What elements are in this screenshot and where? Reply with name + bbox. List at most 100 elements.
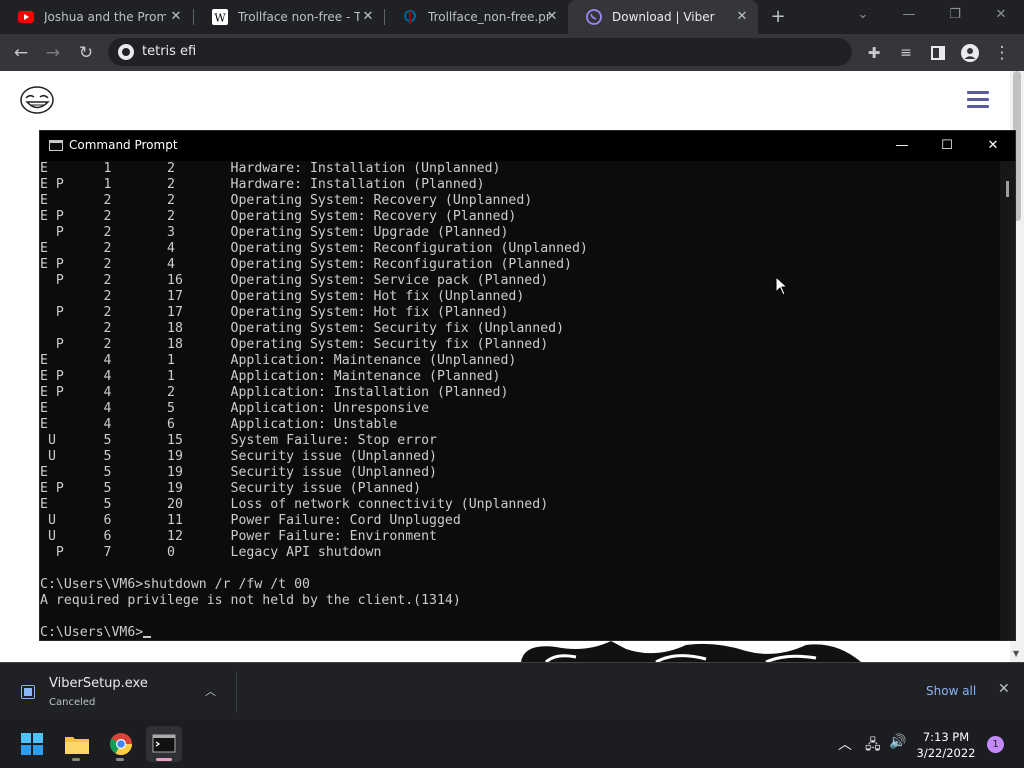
tab-commons[interactable]: Trollface_non-free.png ✕ [384, 0, 568, 34]
console-line: 2 18 Operating System: Security fix (Unp… [40, 321, 565, 336]
console-line: P 2 17 Operating System: Hot fix (Planne… [40, 305, 509, 320]
console-line: U 5 19 Security issue (Unplanned) [40, 449, 437, 464]
console-line: E 5 19 Security issue (Unplanned) [40, 465, 437, 480]
tab-title: Trollface non-free - Trollface [238, 10, 360, 24]
youtube-icon [18, 9, 34, 25]
close-tab-icon[interactable]: ✕ [168, 9, 184, 25]
menu-kebab-icon[interactable]: ⋮ [989, 40, 1015, 66]
cmd-close-button[interactable]: ✕ [970, 131, 1016, 161]
address-bar[interactable]: tetris efi [108, 38, 852, 66]
profile-icon[interactable] [957, 40, 983, 66]
console-line: C:\Users\VM6>shutdown /r /fw /t 00 [40, 577, 310, 592]
close-tab-icon[interactable]: ✕ [360, 9, 376, 25]
running-indicator [72, 758, 80, 761]
chrome-icon[interactable] [103, 726, 139, 762]
console-line: E 4 6 Application: Unstable [40, 417, 398, 432]
taskbar: ︿ 🖧 🔊 7:13 PM 3/22/2022 [0, 720, 1024, 768]
download-status: Canceled [49, 697, 96, 708]
close-download-bar-icon[interactable]: ✕ [998, 681, 1010, 697]
chevron-up-icon[interactable]: ︿ [838, 734, 852, 754]
cmd-title-bar[interactable]: Command Prompt — ☐ ✕ [40, 131, 1015, 161]
console-line: P 7 0 Legacy API shutdown [40, 545, 382, 560]
download-item[interactable]: ViberSetup.exe Canceled ︿ [0, 663, 236, 721]
reload-button[interactable]: ↻ [73, 40, 99, 66]
divider [236, 671, 237, 713]
console-line: U 6 11 Power Failure: Cord Unplugged [40, 513, 461, 528]
console-line: P 2 3 Operating System: Upgrade (Planned… [40, 225, 509, 240]
close-window-button[interactable]: ✕ [978, 0, 1024, 30]
console-output[interactable]: E 1 2 Hardware: Installation (Unplanned)… [40, 161, 1000, 640]
console-line: E 2 4 Operating System: Reconfiguration … [40, 241, 588, 256]
back-button[interactable]: ← [8, 40, 34, 66]
tab-wikipedia[interactable]: W Trollface non-free - Trollface ✕ [194, 0, 384, 34]
close-tab-icon[interactable]: ✕ [544, 9, 560, 25]
console-line: E P 2 4 Operating System: Reconfiguratio… [40, 257, 572, 272]
network-icon[interactable]: 🖧 [865, 734, 881, 758]
tab-title: Trollface_non-free.png [428, 10, 550, 24]
svg-text:W: W [214, 12, 226, 25]
browser-toolbar: ← → ↻ tetris efi ✚ ≡ ⋮ [0, 34, 1024, 71]
console-line: 2 17 Operating System: Hot fix (Unplanne… [40, 289, 525, 304]
console-line: E 4 1 Application: Maintenance (Unplanne… [40, 353, 517, 368]
text-cursor [143, 636, 152, 638]
file-explorer-icon[interactable] [59, 726, 95, 762]
clock-time: 7:13 PM [922, 730, 970, 744]
console-line: P 2 16 Operating System: Service pack (P… [40, 273, 549, 288]
command-prompt-window[interactable]: Command Prompt — ☐ ✕ E 1 2 Hardware: Ins… [39, 130, 1016, 641]
download-file-name: ViberSetup.exe [49, 676, 148, 691]
cmd-scrollbar[interactable] [1000, 161, 1015, 640]
screen: Joshua and the Promise ✕ W Trollface non… [0, 0, 1024, 768]
volume-icon[interactable]: 🔊 [889, 734, 906, 750]
cmd-maximize-button[interactable]: ☐ [924, 131, 970, 161]
mouse-pointer-icon [775, 276, 789, 296]
file-icon [21, 685, 35, 699]
console-line: E P 1 2 Hardware: Installation (Planned) [40, 177, 485, 192]
cmd-minimize-button[interactable]: — [879, 131, 925, 161]
command-prompt-taskbar-icon[interactable] [146, 726, 182, 762]
clock-date: 3/22/2022 [916, 746, 976, 760]
wiki-commons-icon [402, 9, 418, 25]
console-line: E 4 5 Application: Unresponsive [40, 401, 430, 416]
chevron-up-icon[interactable]: ︿ [205, 683, 216, 699]
google-icon [118, 44, 134, 60]
extensions-icon[interactable]: ✚ [861, 40, 887, 66]
minimize-button[interactable]: — [886, 0, 932, 30]
clock[interactable]: 7:13 PM 3/22/2022 [913, 729, 979, 761]
start-button[interactable] [14, 726, 50, 762]
media-queue-icon[interactable]: ≡ [893, 40, 919, 66]
running-indicator [156, 758, 172, 761]
restore-button[interactable]: ❐ [932, 0, 978, 30]
console-line: U 5 15 System Failure: Stop error [40, 433, 437, 448]
address-text[interactable]: tetris efi [142, 44, 196, 59]
console-line: E 1 2 Hardware: Installation (Unplanned) [40, 161, 501, 176]
tab-search-icon[interactable]: ⌄ [840, 0, 886, 30]
console-line: E P 2 2 Operating System: Recovery (Plan… [40, 209, 517, 224]
console-line: A required privilege is not held by the … [40, 593, 461, 608]
console-prompt-line[interactable]: C:\Users\VM6> [40, 625, 1000, 640]
console-line: E P 4 1 Application: Maintenance (Planne… [40, 369, 501, 384]
terminal-icon [49, 140, 63, 151]
tab-youtube[interactable]: Joshua and the Promise ✕ [0, 0, 192, 34]
tab-viber[interactable]: Download | Viber ✕ [568, 0, 758, 34]
notification-badge[interactable]: 1 [987, 736, 1004, 753]
cmd-scrollbar-thumb[interactable] [1006, 181, 1009, 197]
wikipedia-icon: W [212, 9, 228, 25]
tab-title: Download | Viber [612, 10, 715, 24]
show-all-button[interactable]: Show all [926, 684, 976, 698]
new-tab-button[interactable]: + [768, 7, 788, 27]
viber-icon [586, 9, 602, 25]
close-tab-icon[interactable]: ✕ [734, 9, 750, 25]
download-bar: ViberSetup.exe Canceled ︿ Show all ✕ [0, 662, 1024, 720]
forward-button[interactable]: → [40, 40, 66, 66]
trollface-logo[interactable] [20, 85, 54, 115]
trollface-image [521, 641, 861, 662]
console-line: E 2 2 Operating System: Recovery (Unplan… [40, 193, 533, 208]
tab-title: Joshua and the Promise [44, 10, 166, 24]
scroll-down-icon[interactable]: ▼ [1013, 649, 1019, 658]
hamburger-menu-icon[interactable] [967, 91, 989, 109]
side-panel-icon[interactable] [925, 40, 951, 66]
console-line: E P 5 19 Security issue (Planned) [40, 481, 422, 496]
console-lines: E 1 2 Hardware: Installation (Unplanned)… [40, 161, 1000, 625]
